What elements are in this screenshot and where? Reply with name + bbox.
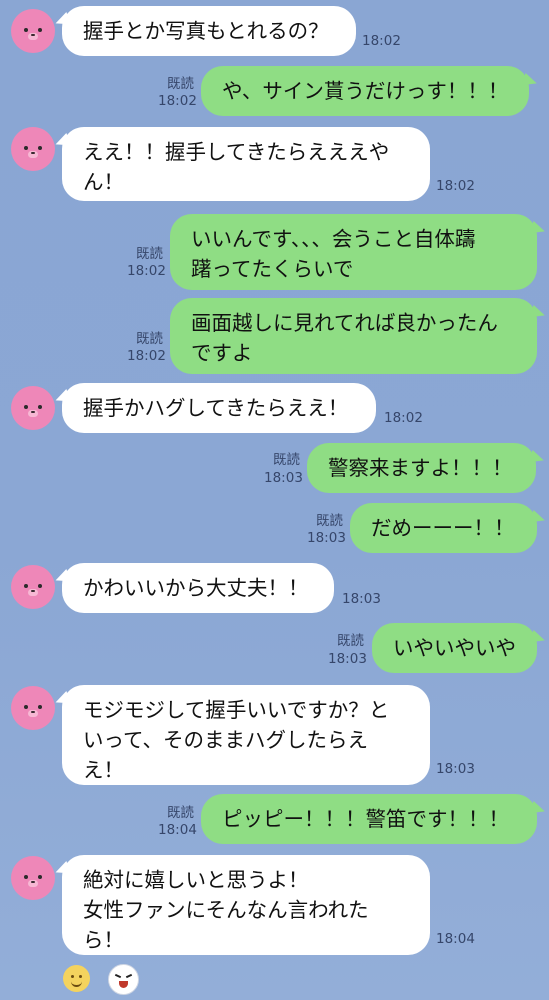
message-time: 18:02 — [362, 33, 401, 49]
read-receipt: 既読 — [316, 513, 343, 529]
avatar-icon[interactable] — [11, 9, 55, 53]
read-receipt: 既読 — [337, 633, 364, 649]
read-receipt: 既読 — [167, 76, 194, 92]
avatar-icon[interactable] — [11, 565, 55, 609]
message-time: 18:04 — [158, 822, 197, 838]
read-receipt: 既読 — [167, 805, 194, 821]
message-time: 18:04 — [436, 931, 475, 947]
message-time: 18:02 — [384, 410, 423, 426]
message-time: 18:02 — [158, 93, 197, 109]
message-time: 18:03 — [264, 470, 303, 486]
avatar-icon[interactable] — [11, 386, 55, 430]
message-time: 18:02 — [127, 348, 166, 364]
message-bubble[interactable]: いやいやいや — [372, 623, 537, 673]
read-receipt: 既読 — [273, 452, 300, 468]
message-bubble[interactable]: かわいいから大丈夫！！ — [62, 563, 334, 613]
message-time: 18:03 — [328, 651, 367, 667]
avatar-icon[interactable] — [11, 127, 55, 171]
message-time: 18:03 — [436, 761, 475, 777]
reaction-bar — [0, 962, 549, 996]
message-time: 18:03 — [342, 591, 381, 607]
message-bubble[interactable]: モジモジして握手いいですか？と いって、そのままハグしたらえ え！ — [62, 685, 430, 785]
message-bubble[interactable]: いいんです、、、会うこと自体躊 躇ってたくらいで — [170, 214, 537, 290]
avatar-icon[interactable] — [11, 686, 55, 730]
avatar-icon[interactable] — [11, 856, 55, 900]
read-receipt: 既読 — [136, 331, 163, 347]
message-bubble[interactable]: 警察来ますよ！！！ — [307, 443, 536, 493]
message-time: 18:02 — [436, 178, 475, 194]
message-bubble[interactable]: 握手とか写真もとれるの？ — [62, 6, 356, 56]
message-bubble[interactable]: ええ！！握手してきたらえええや ん！ — [62, 127, 430, 201]
smile-emoji-icon[interactable] — [63, 965, 90, 992]
message-time: 18:02 — [127, 263, 166, 279]
message-bubble[interactable]: や、サイン貰うだけっす！！！ — [201, 66, 529, 116]
message-bubble[interactable]: 絶対に嬉しいと思うよ！ 女性ファンにそんなん言われた ら！ — [62, 855, 430, 955]
message-bubble[interactable]: 握手かハグしてきたらええ！ — [62, 383, 376, 433]
message-bubble[interactable]: だめーーー！！ — [350, 503, 537, 553]
read-receipt: 既読 — [136, 246, 163, 262]
message-bubble[interactable]: ピッピー！！！警笛です！！！ — [201, 794, 537, 844]
message-time: 18:03 — [307, 530, 346, 546]
sticker-face-icon[interactable] — [108, 964, 139, 995]
message-bubble[interactable]: 画面越しに見れてれば良かったん ですよ — [170, 298, 537, 374]
